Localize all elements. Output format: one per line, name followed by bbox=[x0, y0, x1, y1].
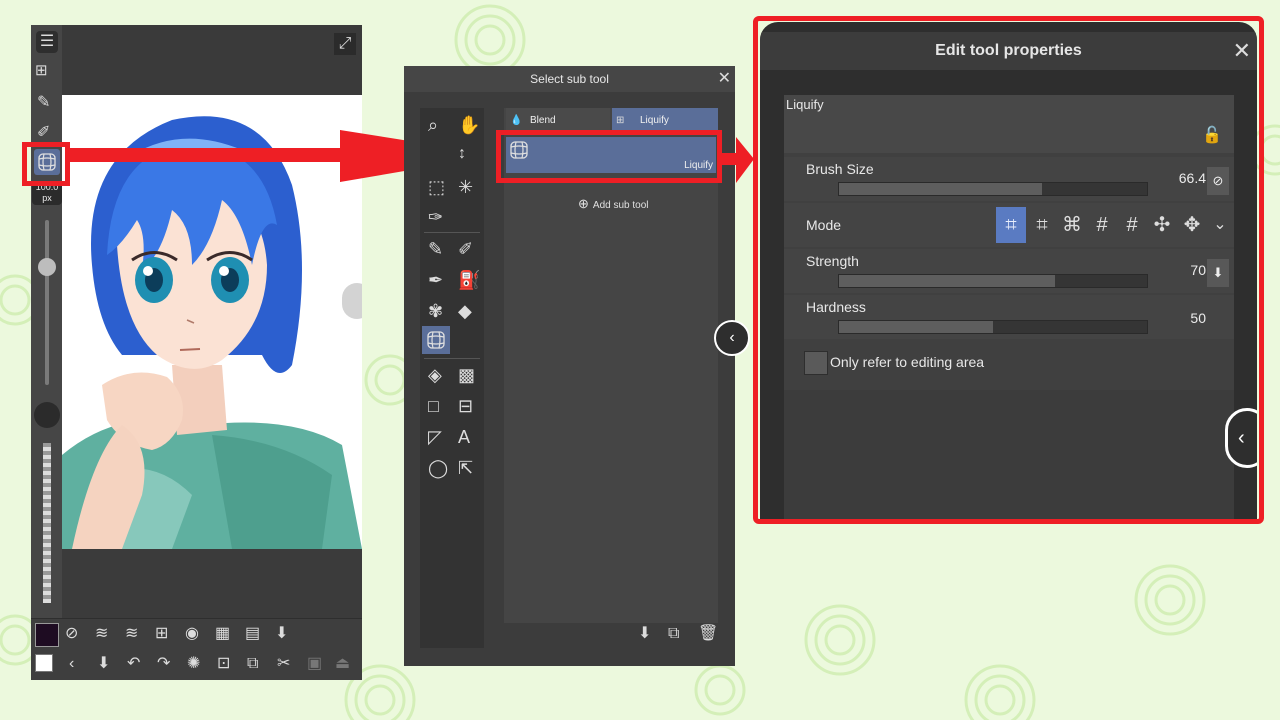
color-swap-swatch[interactable] bbox=[35, 654, 53, 672]
sub-tool-area: 💧 Blend ⊞ Liquify Liquify ⊕ Add sub tool bbox=[504, 108, 718, 623]
operation-tool-icon[interactable]: ↕ bbox=[458, 146, 466, 162]
gradient-tool-icon[interactable]: ▩ bbox=[458, 366, 475, 384]
text-tool-icon[interactable]: A bbox=[458, 428, 470, 446]
tool-divider bbox=[424, 358, 480, 359]
zoom-tool-icon[interactable]: ⌕ bbox=[428, 116, 438, 134]
add-circle-icon: ⊕ bbox=[578, 196, 589, 211]
download-subtool-icon[interactable]: ⬇ bbox=[638, 626, 651, 642]
opacity-slider[interactable] bbox=[43, 443, 51, 603]
brush-preview bbox=[34, 402, 60, 428]
import-icon[interactable]: ⬇ bbox=[275, 626, 288, 642]
highlight-edit-tool-properties bbox=[753, 16, 1264, 524]
duplicate-subtool-icon[interactable]: ⧉ bbox=[668, 626, 679, 642]
tool-bar-left: ☰ ⊞ ✎ ✐ 100.0 px bbox=[31, 25, 62, 618]
transform-tool-icon[interactable]: ⊞ bbox=[35, 63, 48, 78]
fill-tool-icon[interactable]: ◈ bbox=[428, 366, 442, 384]
pen-tool-icon[interactable]: ✎ bbox=[37, 95, 50, 111]
subtool-panel-title: Select sub tool bbox=[530, 72, 609, 86]
tab-blend-label: Blend bbox=[530, 115, 556, 126]
close-icon[interactable]: ✕ bbox=[718, 66, 731, 92]
layers-icon[interactable]: ≋ bbox=[95, 626, 108, 642]
main-color-swatch[interactable] bbox=[35, 623, 59, 647]
airbrush-tool-icon[interactable]: ⛽ bbox=[458, 271, 480, 289]
loading-icon: ✺ bbox=[187, 655, 201, 672]
decoration-tool-icon[interactable]: ✾ bbox=[428, 302, 443, 320]
ruler-tool-icon[interactable]: ◸ bbox=[428, 428, 442, 446]
tab-liquify-label: Liquify bbox=[640, 115, 669, 126]
arrow-to-properties bbox=[720, 137, 754, 183]
canvas-side-handle[interactable] bbox=[342, 283, 362, 319]
delete-subtool-icon[interactable]: 🗑 bbox=[698, 626, 718, 642]
size-slider[interactable] bbox=[38, 220, 56, 385]
highlight-liquify-subtool bbox=[496, 130, 722, 183]
subtool-panel-header: Select sub tool ✕ bbox=[404, 66, 735, 92]
animation-icon[interactable]: ▤ bbox=[245, 626, 260, 642]
paste-icon[interactable]: ▣ bbox=[307, 656, 322, 672]
add-sub-tool-button[interactable]: ⊕ Add sub tool bbox=[578, 196, 649, 212]
cut-icon[interactable]: ✂ bbox=[277, 656, 290, 672]
tool-property-icon[interactable]: ⊞ bbox=[155, 626, 168, 642]
back-icon[interactable]: ‹ bbox=[69, 656, 74, 672]
panel-side-handle[interactable]: ‹ bbox=[714, 320, 750, 356]
tool-list: ⌕ ✋ ↕ ⬚ ✳ ✑ ✎ ✐ ✒ ⛽ ✾ ◆ ◈ ▩ □ ⊟ ◸ A ◯ ⇱ bbox=[420, 108, 484, 648]
menu-icon[interactable]: ☰ bbox=[36, 31, 58, 53]
eraser-tool-icon[interactable]: ◆ bbox=[458, 302, 472, 320]
liquify-grid-icon bbox=[427, 331, 445, 349]
pen-tool-icon[interactable]: ✎ bbox=[428, 240, 443, 258]
figure-tool-icon[interactable]: □ bbox=[428, 397, 439, 415]
fullscreen-icon[interactable]: ⤢ bbox=[334, 33, 356, 55]
transform-icon[interactable]: ⊡ bbox=[217, 656, 230, 672]
save-icon[interactable]: ⬇ bbox=[97, 656, 110, 672]
command-bar: ⊘ ≋ ≋ ⊞ ◉ ▦ ▤ ⬇ ‹ ⬇ ↶ ↷ ✺ ⊡ ⧉ ✂ ▣ ⏏ bbox=[31, 618, 362, 680]
layer-property-icon[interactable]: ≋ bbox=[125, 626, 138, 642]
app-screen-canvas: ☰ ⊞ ✎ ✐ 100.0 px ⤢ ⊘ ≋ ≋ ⊞ ◉ ▦ ▤ ⬇ ‹ ⬇ ↶… bbox=[31, 25, 362, 680]
selection-tool-icon[interactable]: ⬚ bbox=[428, 178, 445, 196]
liquify-tool-selected[interactable] bbox=[422, 326, 450, 354]
color-circle-icon[interactable]: ◉ bbox=[185, 626, 199, 642]
frame-tool-icon[interactable]: ⊟ bbox=[458, 397, 473, 415]
pencil-tool-icon[interactable]: ✐ bbox=[37, 125, 50, 141]
pencil-tool-icon[interactable]: ✐ bbox=[458, 240, 473, 258]
redo-icon[interactable]: ↷ bbox=[157, 656, 170, 672]
auto-select-tool-icon[interactable]: ✳ bbox=[458, 178, 473, 196]
size-slider-thumb[interactable] bbox=[38, 258, 56, 276]
color-set-icon[interactable]: ▦ bbox=[215, 626, 230, 642]
canvas-bottom-area bbox=[62, 549, 362, 619]
fill-icon[interactable]: ⏏ bbox=[335, 656, 350, 672]
undo-icon[interactable]: ↶ bbox=[127, 656, 140, 672]
correct-line-tool-icon[interactable]: ⇱ bbox=[458, 459, 473, 477]
eyedropper-tool-icon[interactable]: ✑ bbox=[428, 208, 443, 226]
tool-divider bbox=[424, 232, 480, 233]
add-sub-tool-label: Add sub tool bbox=[592, 200, 649, 211]
navigator-icon[interactable]: ⊘ bbox=[65, 626, 78, 642]
canvas-top-area: ⤢ bbox=[62, 25, 362, 95]
copy-icon[interactable]: ⧉ bbox=[247, 656, 258, 672]
brush-size-unit: px bbox=[42, 193, 52, 203]
balloon-tool-icon[interactable]: ◯ bbox=[428, 459, 448, 477]
hand-tool-icon[interactable]: ✋ bbox=[458, 116, 480, 134]
highlight-liquify-tool bbox=[22, 142, 70, 186]
brush-tool-icon[interactable]: ✒ bbox=[428, 271, 443, 289]
